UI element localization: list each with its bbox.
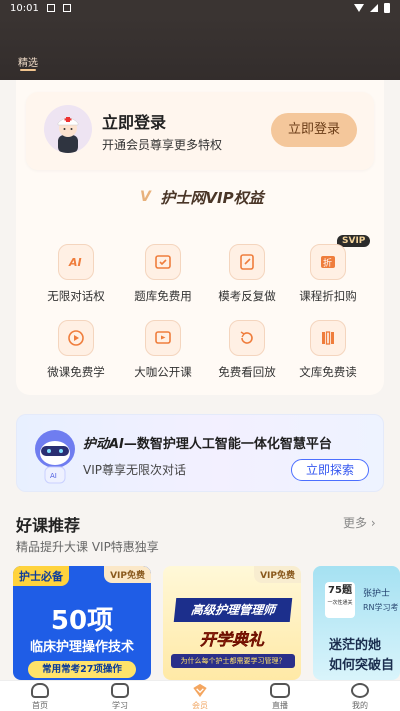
- vip-section-header: V 护士网VIP权益: [0, 186, 400, 208]
- ai-brand: 护动AI: [83, 437, 124, 452]
- benefit-mock-exam[interactable]: 模考反复做: [205, 244, 289, 304]
- more-label: 更多: [343, 516, 368, 530]
- login-button[interactable]: 立即登录: [271, 113, 357, 147]
- more-link[interactable]: 更多 ›: [343, 514, 376, 531]
- login-card[interactable]: 立即登录 开通会员尊享更多特权 立即登录: [26, 92, 374, 170]
- chevron-right-icon: ›: [370, 516, 376, 530]
- discount-icon: 折: [310, 244, 346, 280]
- course-card[interactable]: VIP免费 高级护理管理师 开学典礼 为什么每个护士都需要学习管理？: [163, 566, 301, 680]
- library-icon: [310, 320, 346, 356]
- tab-underline: [20, 69, 36, 71]
- ai-banner-title: 护动AI—数智护理人工智能一体化智慧平台: [83, 433, 332, 452]
- ai-chat-icon: AI: [58, 244, 94, 280]
- benefit-library[interactable]: 文库免费读: [286, 320, 370, 380]
- tab-home[interactable]: 首页: [0, 681, 80, 711]
- open-class-icon: [145, 320, 181, 356]
- course-tag: 护士必备: [13, 566, 69, 586]
- badge-number: 75题: [328, 585, 352, 596]
- tab-label: 学习: [112, 701, 128, 710]
- course-card[interactable]: 护士必备 VIP免费 50项 临床护理操作技术 常用常考27项操作: [13, 566, 151, 680]
- ai-banner[interactable]: AI 护动AI—数智护理人工智能一体化智慧平台 VIP尊享无限次对话 立即探索: [16, 414, 384, 492]
- svg-text:AI: AI: [50, 472, 57, 480]
- login-subtitle: 开通会员尊享更多特权: [102, 138, 223, 152]
- tab-vip[interactable]: 会员: [160, 681, 240, 711]
- course-title: 临床护理操作技术: [29, 640, 134, 655]
- benefit-label: 微课免费学: [47, 365, 105, 379]
- recommend-subtitle: 精品提升大课 VIP特惠独享: [16, 540, 159, 554]
- sim-icon: [62, 4, 71, 12]
- status-time: 10:01: [10, 2, 39, 14]
- ai-title-rest: —数智护理人工智能一体化智慧平台: [123, 437, 332, 452]
- nurse-avatar-icon: [44, 105, 92, 153]
- study-icon: [111, 683, 129, 698]
- benefit-unlimited-chat[interactable]: AI 无限对话权: [34, 244, 118, 304]
- benefit-open-class[interactable]: 大咖公开课: [121, 320, 205, 380]
- benefit-micro-course[interactable]: 微课免费学: [34, 320, 118, 380]
- benefit-label: 无限对话权: [47, 289, 105, 303]
- mock-exam-icon: [229, 244, 265, 280]
- vip-free-badge: VIP免费: [104, 566, 151, 583]
- course-banner: 高级护理管理师: [173, 598, 293, 622]
- course-card[interactable]: 75题 一次性通关 张护士 RN学习考 迷茫的她 如何突破自: [313, 566, 400, 680]
- benefit-course-discount[interactable]: 折 课程折扣购: [286, 244, 370, 304]
- benefit-replay[interactable]: 免费看回放: [205, 320, 289, 380]
- svg-text:AI: AI: [68, 256, 82, 269]
- replay-icon: [229, 320, 265, 356]
- tab-live[interactable]: 直播: [240, 681, 320, 711]
- micro-course-icon: [58, 320, 94, 356]
- course-headline: 开学典礼: [199, 630, 264, 649]
- login-title: 立即登录: [102, 113, 167, 132]
- benefit-label: 大咖公开课: [134, 365, 192, 379]
- tab-label: 直播: [272, 701, 288, 710]
- vip-icon: [193, 683, 207, 698]
- ai-banner-subtitle: VIP尊享无限次对话: [83, 463, 186, 477]
- signal-icon: [370, 4, 378, 12]
- avatar: [44, 105, 92, 153]
- tab-featured[interactable]: 精选: [18, 54, 38, 69]
- ai-robot-icon: AI: [35, 430, 75, 484]
- vip-logo-icon: V: [139, 189, 151, 205]
- tab-study[interactable]: 学习: [80, 681, 160, 711]
- benefit-label: 文库免费读: [299, 365, 357, 379]
- tab-label: 会员: [192, 701, 208, 710]
- course-question: 为什么每个护士都需要学习管理？: [171, 654, 295, 668]
- tab-profile[interactable]: 我的: [320, 681, 400, 711]
- tab-label: 首页: [32, 701, 48, 710]
- question-bank-icon: [145, 244, 181, 280]
- status-bar: 10:01: [0, 0, 400, 16]
- course-author: 张护士: [363, 589, 391, 599]
- course-headline: 50项: [50, 606, 114, 636]
- benefit-label: 课程折扣购: [299, 289, 357, 303]
- tab-label: 我的: [352, 701, 368, 710]
- course-pill: 常用常考27项操作: [28, 661, 136, 678]
- battery-icon: [384, 3, 390, 13]
- course-author-sub: RN学习考: [363, 603, 399, 612]
- course-line2: 如何突破自: [329, 658, 395, 673]
- benefit-label: 免费看回放: [218, 365, 276, 379]
- vip-free-badge: VIP免费: [254, 566, 301, 583]
- notification-icon: [46, 4, 55, 12]
- profile-icon: [351, 683, 369, 698]
- benefit-question-bank[interactable]: 题库免费用: [121, 244, 205, 304]
- svg-text:折: 折: [323, 257, 332, 269]
- bottom-tab-bar: 首页 学习 会员 直播 我的: [0, 680, 400, 711]
- recommend-title: 好课推荐: [16, 516, 81, 535]
- header: 精选: [0, 16, 400, 80]
- explore-button[interactable]: 立即探索: [291, 459, 369, 481]
- wifi-icon: [354, 4, 364, 12]
- live-icon: [270, 683, 290, 698]
- home-icon: [31, 683, 49, 698]
- badge-sub: 一次性通关: [327, 600, 353, 606]
- benefit-label: 题库免费用: [134, 289, 192, 303]
- course-line1: 迷茫的她: [329, 638, 382, 653]
- benefit-label: 模考反复做: [218, 289, 276, 303]
- course-badge: 75题 一次性通关: [325, 582, 355, 618]
- vip-section-title: 护士网VIP权益: [160, 188, 264, 207]
